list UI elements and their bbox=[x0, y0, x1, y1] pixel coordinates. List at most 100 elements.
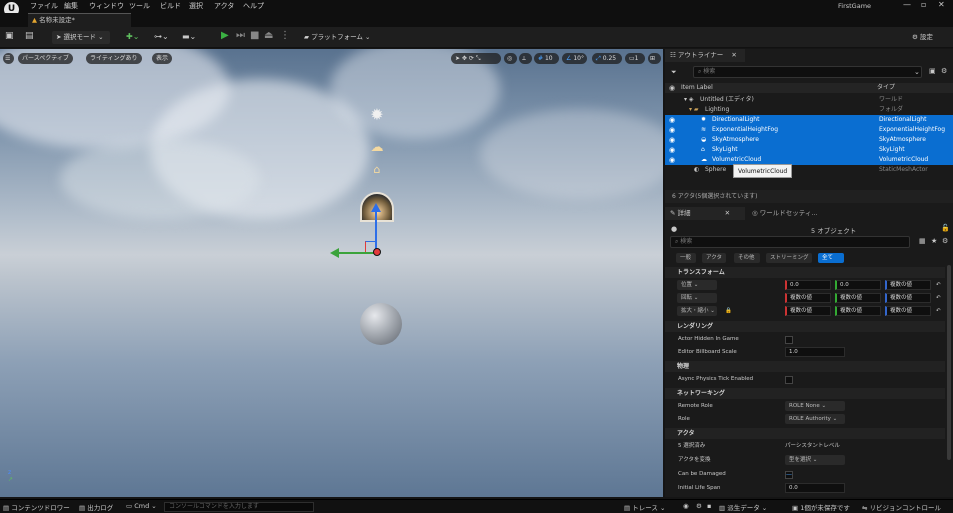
skylight-sprite-icon[interactable]: ⌂ bbox=[368, 163, 386, 177]
rotation-x[interactable]: 複数の値 bbox=[785, 293, 831, 303]
outliner-row-folder[interactable]: ▾ ▰ Lighting フォルダ bbox=[665, 105, 953, 115]
camera-speed[interactable]: ▭1 bbox=[625, 53, 645, 64]
filter-icon[interactable]: ⏷ bbox=[671, 68, 677, 77]
billboard-field[interactable]: 1.0 bbox=[785, 347, 845, 357]
lighting-button[interactable]: ライティングあり bbox=[86, 53, 142, 64]
location-dropdown[interactable]: 位置 ⌄ bbox=[677, 280, 717, 290]
col-type[interactable]: タイプ bbox=[877, 83, 895, 93]
trace-button[interactable]: ▤ トレース ⌄ bbox=[624, 502, 665, 512]
details-search-input[interactable]: ⌕ 検索 bbox=[670, 236, 910, 248]
select-mode-button[interactable]: ➤ 選択モード ⌄ bbox=[52, 31, 110, 44]
outliner-search-input[interactable]: ⌕ 検索 bbox=[693, 66, 922, 78]
header-eye-icon[interactable]: ◉ bbox=[669, 83, 675, 93]
details-tab[interactable]: ✎ 詳細 ✕ bbox=[665, 207, 745, 220]
rotation-dropdown[interactable]: 回転 ⌄ bbox=[677, 293, 717, 303]
settings-icon[interactable]: ⚙ bbox=[941, 67, 947, 75]
outliner-row-world[interactable]: ▾ ◈ Untitled (エディタ) ワールド bbox=[665, 95, 953, 105]
trace-status-icon[interactable]: ◉ bbox=[683, 502, 689, 510]
play-options-icon[interactable]: ⋮ bbox=[280, 30, 290, 41]
eye-icon[interactable]: ◉ bbox=[669, 125, 675, 135]
reset-icon[interactable]: ↶ bbox=[936, 292, 941, 305]
console-input[interactable]: コンソールコマンドを入力します bbox=[164, 502, 314, 512]
gizmo-left-arrowhead[interactable] bbox=[330, 248, 339, 258]
eject-button[interactable]: ⏏ bbox=[264, 30, 273, 41]
scale-z[interactable]: 複数の値 bbox=[885, 306, 931, 316]
save-icon[interactable]: ▣ bbox=[5, 31, 14, 41]
angle-snap[interactable]: ∠ 10° bbox=[562, 53, 587, 64]
filter-actor[interactable]: アクタ bbox=[702, 253, 726, 263]
eye-icon[interactable]: ◉ bbox=[669, 135, 675, 145]
reset-icon[interactable]: ↶ bbox=[936, 305, 941, 318]
outliner-row-sphere[interactable]: ◐ Sphere StaticMeshActor bbox=[665, 165, 953, 175]
derived-data-button[interactable]: ▥ 派生データ ⌄ bbox=[719, 502, 767, 512]
section-networking[interactable]: ネットワーキング bbox=[665, 388, 945, 399]
world-icon[interactable]: ◎ bbox=[504, 53, 517, 64]
filter-misc[interactable]: その他 bbox=[734, 253, 760, 263]
table-view-icon[interactable]: ▦ bbox=[919, 237, 926, 245]
convert-dropdown[interactable]: 型を選択 ⌄ bbox=[785, 455, 845, 465]
perspective-button[interactable]: パースペクティブ bbox=[18, 53, 73, 64]
async-checkbox[interactable] bbox=[785, 376, 793, 384]
cloud-sprite-icon[interactable]: ☁ bbox=[368, 140, 386, 156]
minimize-button[interactable]: — bbox=[903, 0, 911, 9]
outliner-row-skyatmosphere[interactable]: ◉ ◒ SkyAtmosphere SkyAtmosphere bbox=[665, 135, 953, 145]
sphere-actor[interactable] bbox=[360, 303, 402, 345]
menu-file[interactable]: ファイル bbox=[30, 1, 58, 11]
outliner-row-skylight[interactable]: ◉ ⌂ SkyLight SkyLight bbox=[665, 145, 953, 155]
outliner-row-directionallight[interactable]: ◉ ✹ DirectionalLight DirectionalLight bbox=[665, 115, 953, 125]
show-button[interactable]: 表示 bbox=[152, 53, 173, 64]
eye-icon[interactable]: ◉ bbox=[669, 155, 675, 165]
role-dropdown[interactable]: ROLE Authority ⌄ bbox=[785, 414, 845, 424]
remote-role-dropdown[interactable]: ROLE None ⌄ bbox=[785, 401, 845, 411]
chevron-down-icon[interactable]: ⌄ bbox=[914, 68, 920, 76]
menu-actor[interactable]: アクタ bbox=[214, 1, 234, 11]
trace-options-icon[interactable]: ⚙ bbox=[696, 502, 702, 510]
settings-button[interactable]: ⚙ 設定 bbox=[908, 31, 937, 44]
viewport-options-button[interactable]: ☰ bbox=[3, 53, 14, 64]
section-transform[interactable]: トランスフォーム bbox=[665, 267, 945, 278]
filter-general[interactable]: 一般 bbox=[676, 253, 696, 263]
menu-build[interactable]: ビルド bbox=[160, 1, 181, 11]
browse-icon[interactable]: ▤ bbox=[25, 31, 34, 41]
eye-icon[interactable]: ◉ bbox=[669, 145, 675, 155]
step-button[interactable]: ⏭ bbox=[236, 30, 245, 41]
platforms-button[interactable]: ▰ プラットフォーム ⌄ bbox=[300, 31, 374, 44]
cinematics-icon[interactable]: ▬⌄ bbox=[182, 32, 196, 41]
stop-button[interactable]: ■ bbox=[250, 30, 259, 41]
menu-window[interactable]: ウィンドウ bbox=[89, 1, 124, 11]
filter-all[interactable]: 全て bbox=[818, 253, 844, 263]
lock-icon[interactable]: 🔓 bbox=[941, 224, 950, 232]
details-scrollbar[interactable] bbox=[947, 265, 951, 460]
unsaved-button[interactable]: ▣ 1個が未保存です bbox=[792, 502, 850, 512]
maximize-button[interactable]: ▫ bbox=[921, 0, 926, 9]
play-button[interactable]: ▶ bbox=[221, 30, 229, 41]
lock-icon[interactable]: 🔒 bbox=[725, 305, 732, 318]
gizmo-left-arrow[interactable] bbox=[338, 252, 376, 254]
location-y[interactable]: 0.0 bbox=[835, 280, 881, 290]
cmd-button[interactable]: ▭ Cmd ⌄ bbox=[126, 502, 157, 510]
sun-sprite-icon[interactable]: ✹ bbox=[368, 106, 386, 124]
maximize-viewport-icon[interactable]: ⊞ bbox=[648, 53, 661, 64]
menu-edit[interactable]: 編集 bbox=[64, 1, 78, 11]
outliner-row-cloud[interactable]: ◉ ☁ VolumetricCloud VolumetricCloud bbox=[665, 155, 953, 165]
location-x[interactable]: 0.0 bbox=[785, 280, 831, 290]
section-physics[interactable]: 物理 bbox=[665, 361, 945, 372]
surface-snap-icon[interactable]: ⟂ bbox=[519, 53, 532, 64]
content-drawer-button[interactable]: ▤ コンテンツドロワー bbox=[3, 502, 70, 512]
world-settings-tab[interactable]: ◎ ワールドセッティ... bbox=[748, 207, 818, 220]
eye-icon[interactable]: ◉ bbox=[669, 115, 675, 125]
damaged-checkbox[interactable]: — bbox=[785, 471, 793, 479]
reset-icon[interactable]: ↶ bbox=[936, 279, 941, 292]
col-label[interactable]: Item Label bbox=[681, 83, 713, 93]
add-folder-icon[interactable]: ▣ bbox=[929, 67, 936, 75]
menu-tools[interactable]: ツール bbox=[129, 1, 150, 11]
outliner-row-fog[interactable]: ◉ ≋ ExponentialHeightFog ExponentialHeig… bbox=[665, 125, 953, 135]
trace-record-icon[interactable]: ▪ bbox=[707, 502, 711, 510]
lifespan-field[interactable]: 0.0 bbox=[785, 483, 845, 493]
gizmo-center[interactable] bbox=[373, 248, 381, 256]
location-z[interactable]: 複数の値 bbox=[885, 280, 931, 290]
add-actor-icon[interactable]: ✚⌄ bbox=[126, 32, 139, 41]
rotation-y[interactable]: 複数の値 bbox=[835, 293, 881, 303]
grid-snap[interactable]: # 10 bbox=[534, 53, 559, 64]
close-tab-icon[interactable]: ✕ bbox=[725, 209, 730, 217]
